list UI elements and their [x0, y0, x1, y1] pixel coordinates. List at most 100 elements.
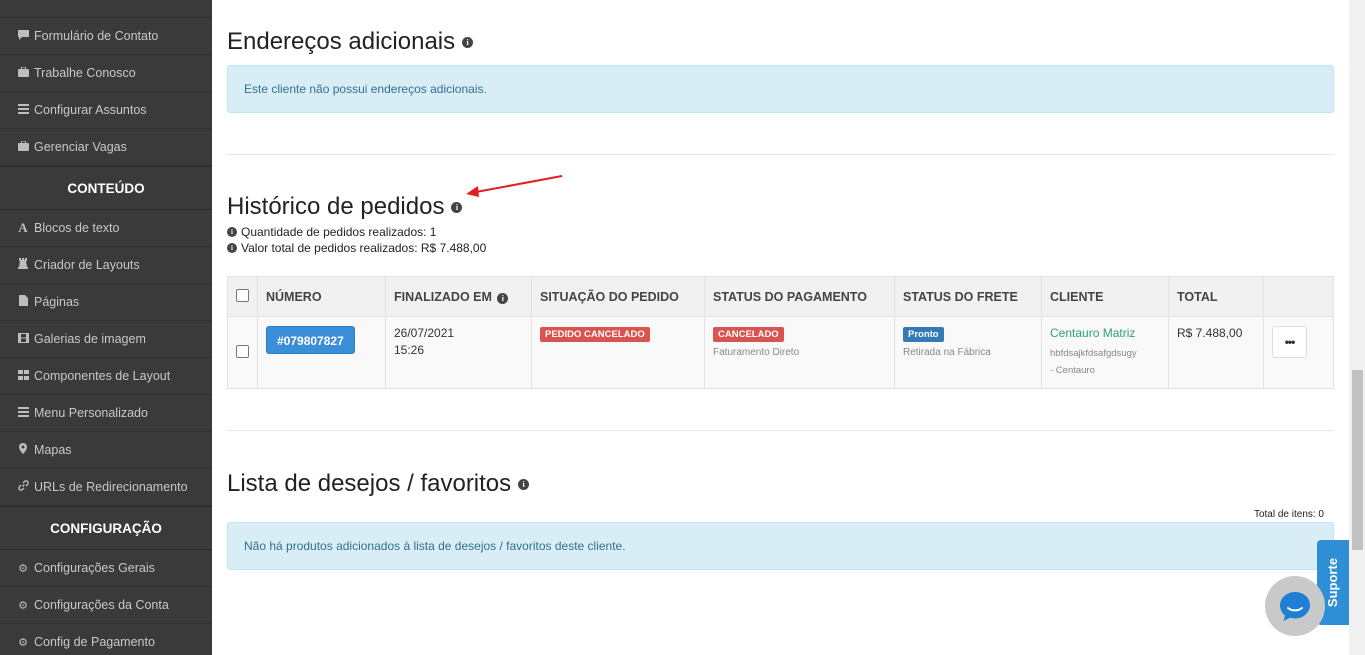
sidebar-item-galerias-imagem[interactable]: Galerias de imagem [0, 321, 212, 358]
sidebar-item-label: Config de Pagamento [34, 635, 155, 649]
sidebar-item-paginas[interactable]: Páginas [0, 284, 212, 321]
shipping-status-cell: Pronto Retirada na Fábrica [894, 316, 1042, 389]
sidebar-top-edge [0, 0, 212, 18]
sidebar-item-trabalhe-conosco[interactable]: Trabalhe Conosco [0, 55, 212, 92]
info-icon[interactable]: i [497, 292, 509, 304]
section-divider [227, 154, 1334, 155]
addresses-alert-text: Este cliente não possui endereços adicio… [244, 82, 487, 96]
sidebar-item-label: Configurar Assuntos [34, 103, 147, 117]
shipping-method: Retirada na Fábrica [903, 347, 991, 358]
order-status-badge: PEDIDO CANCELADO [540, 327, 650, 342]
link-icon [16, 480, 30, 494]
order-date-cell: 26/07/2021 15:26 [385, 316, 532, 389]
gear-icon: ⚙ [18, 636, 28, 649]
order-total: R$ 7.488,00 [1177, 326, 1243, 340]
orders-count-text: Quantidade de pedidos realizados: 1 [241, 225, 437, 239]
payment-status-cell: CANCELADO Faturamento Direto [704, 316, 895, 389]
briefcase-icon [16, 66, 30, 80]
order-total-cell: R$ 7.488,00 [1168, 316, 1264, 389]
orders-summary: i Quantidade de pedidos realizados: 1 i … [227, 224, 1334, 256]
scrollbar-thumb[interactable] [1352, 370, 1363, 550]
main-content: Endereços adicionais i Este cliente não … [212, 0, 1349, 655]
sidebar-item-label: Páginas [34, 295, 80, 309]
briefcase-icon [16, 140, 30, 154]
order-date: 26/07/2021 [394, 326, 455, 340]
sidebar-item-configuracoes-gerais[interactable]: ⚙ Configurações Gerais [0, 550, 212, 587]
addresses-section-title: Endereços adicionais i [227, 28, 1334, 56]
sidebar-item-label: Configurações Gerais [34, 561, 155, 575]
wishlist-section-title: Lista de desejos / favoritos i [227, 469, 1334, 499]
film-icon [16, 332, 30, 346]
sidebar-section-conteudo: CONTEÚDO [0, 166, 212, 210]
page-scrollbar[interactable] [1349, 0, 1365, 655]
sidebar-item-label: Trabalhe Conosco [34, 66, 136, 80]
list-icon [16, 406, 30, 420]
sidebar-item-label: Configurações da Conta [34, 598, 169, 612]
wishlist-total-items: Total de itens: 0 [1253, 509, 1324, 520]
shipping-status-badge: Pronto [903, 327, 944, 342]
font-icon: A [18, 220, 28, 235]
column-header-frete[interactable]: STATUS DO FRETE [894, 276, 1042, 317]
support-tab-label: Suporte [1325, 557, 1341, 608]
column-header-pagamento[interactable]: STATUS DO PAGAMENTO [704, 276, 895, 317]
sidebar-item-criador-layouts[interactable]: Criador de Layouts [0, 247, 212, 284]
info-icon: i [227, 227, 237, 237]
payment-status-badge: CANCELADO [713, 327, 784, 342]
annotation-arrow-head [466, 186, 479, 197]
sidebar-item-label: Mapas [34, 443, 72, 457]
column-header-numero[interactable]: NÚMERO [257, 276, 386, 317]
select-all-checkbox[interactable] [236, 288, 249, 302]
info-icon: i [227, 243, 237, 253]
order-number-button[interactable]: #079807827 [266, 326, 355, 354]
sidebar-item-label: Blocos de texto [34, 221, 120, 235]
sidebar-item-componentes-layout[interactable]: Componentes de Layout [0, 358, 212, 395]
actions-cell: ••• [1263, 316, 1334, 389]
sidebar-item-configurar-assuntos[interactable]: Configurar Assuntos [0, 92, 212, 129]
file-icon [16, 295, 30, 309]
column-header-finalizado[interactable]: FINALIZADO EM i [385, 276, 532, 317]
sidebar-item-formulario-contato[interactable]: Formulário de Contato [0, 18, 212, 55]
table-row: #079807827 26/07/2021 15:26 PEDIDO CANCE… [227, 316, 1334, 389]
info-icon[interactable]: i [451, 201, 463, 213]
map-marker-icon [16, 443, 30, 457]
sidebar-item-urls-redirecionamento[interactable]: URLs de Redirecionamento [0, 469, 212, 506]
client-cell: Centauro Matriz hbfdsajkfdsafgdsugy - Ce… [1041, 316, 1169, 389]
sidebar-item-blocos-texto[interactable]: A Blocos de texto [0, 210, 212, 247]
more-actions-button[interactable]: ••• [1272, 326, 1307, 358]
annotation-arrow-line [475, 175, 563, 193]
sidebar-item-label: Menu Personalizado [34, 406, 148, 420]
column-header-cliente[interactable]: CLIENTE [1041, 276, 1169, 317]
chat-bubble-icon [1280, 592, 1310, 621]
order-status-cell: PEDIDO CANCELADO [531, 316, 705, 389]
sidebar-item-config-pagamento[interactable]: ⚙ Config de Pagamento [0, 624, 212, 655]
chat-button[interactable] [1265, 576, 1325, 636]
sidebar-item-mapas[interactable]: Mapas [0, 432, 212, 469]
wishlist-title-text: Lista de desejos / favoritos [227, 470, 512, 497]
sidebar-item-label: Componentes de Layout [34, 369, 171, 383]
client-detail-line: hbfdsajkfdsafgdsugy [1050, 348, 1137, 359]
addresses-alert: Este cliente não possui endereços adicio… [227, 65, 1334, 113]
list-icon [16, 103, 30, 117]
sidebar-item-menu-personalizado[interactable]: Menu Personalizado [0, 395, 212, 432]
row-checkbox[interactable] [236, 344, 249, 358]
sidebar-item-label: Criador de Layouts [34, 258, 140, 272]
info-icon[interactable]: i [462, 36, 474, 48]
gear-icon: ⚙ [18, 562, 28, 575]
sidebar-item-label: URLs de Redirecionamento [34, 480, 188, 494]
sidebar-item-gerenciar-vagas[interactable]: Gerenciar Vagas [0, 129, 212, 166]
wishlist-alert: Não há produtos adicionados à lista de d… [227, 522, 1334, 570]
client-link[interactable]: Centauro Matriz [1050, 326, 1160, 340]
annotation-arrow [466, 175, 563, 197]
section-divider [227, 430, 1334, 431]
orders-total-text: Valor total de pedidos realizados: R$ 7.… [241, 241, 487, 255]
sidebar-item-configuracoes-conta[interactable]: ⚙ Configurações da Conta [0, 587, 212, 624]
sidebar: Formulário de Contato Trabalhe Conosco C… [0, 0, 212, 655]
info-icon[interactable]: i [518, 478, 530, 490]
column-header-total[interactable]: TOTAL [1168, 276, 1264, 317]
comment-icon [16, 29, 30, 43]
grid-icon [16, 369, 30, 383]
column-header-situacao[interactable]: SITUAÇÃO DO PEDIDO [531, 276, 705, 317]
sidebar-item-label: Gerenciar Vagas [34, 140, 127, 154]
order-number-cell: #079807827 [257, 316, 386, 389]
orders-total-line: i Valor total de pedidos realizados: R$ … [227, 240, 1334, 256]
